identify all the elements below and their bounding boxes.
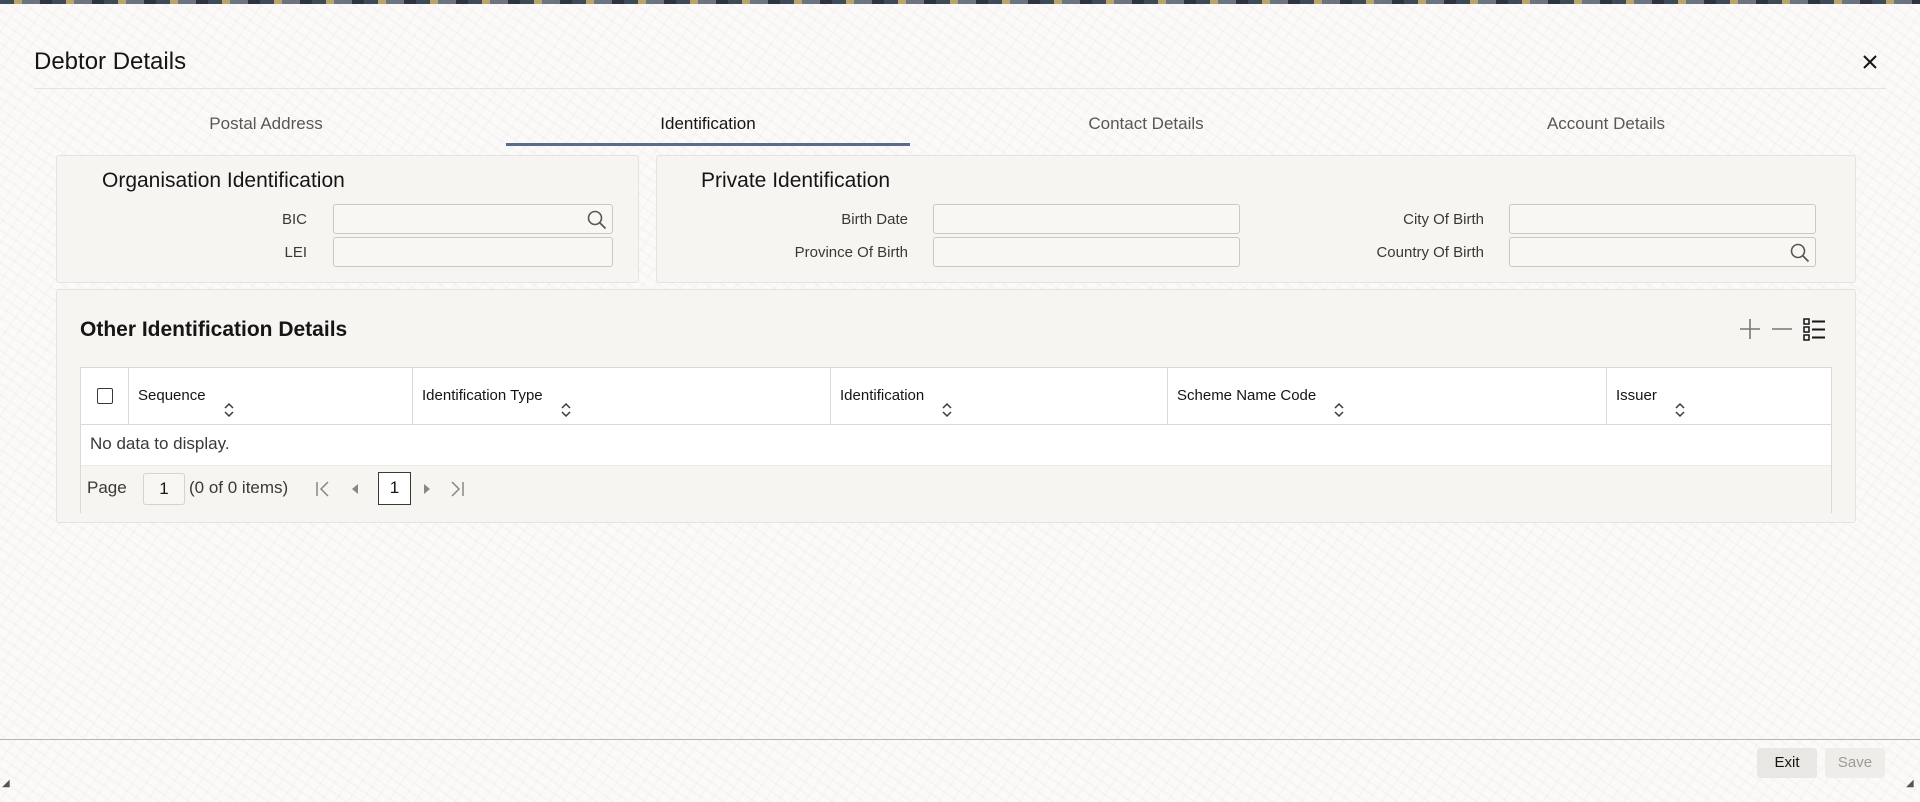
add-icon[interactable] [1737,316,1763,342]
sort-icon[interactable] [222,387,236,418]
column-label: Identification Type [422,387,543,404]
dialog-title: Debtor Details [34,48,187,75]
footer-divider [0,739,1920,740]
select-all-cell [81,368,129,424]
pagination-bar: Page 1 (0 of 0 items) 1 [81,465,1831,513]
column-label: Identification [840,387,925,404]
close-icon[interactable] [1856,48,1884,76]
tab-postal-address[interactable]: Postal Address [56,112,476,146]
title-divider [34,88,1886,89]
city-of-birth-label: City Of Birth [1403,211,1484,228]
province-of-birth-label: Province Of Birth [794,244,908,261]
last-page-icon[interactable] [449,478,467,500]
list-view-icon[interactable] [1801,316,1827,342]
resize-corner-right-icon[interactable]: ◢ [1906,778,1914,789]
country-of-birth-label: Country Of Birth [1376,244,1484,261]
bic-label: BIC [281,211,307,228]
column-header-identification[interactable]: Identification [831,368,1168,424]
first-page-icon[interactable] [313,478,331,500]
sort-icon[interactable] [1332,387,1346,418]
search-icon[interactable] [586,209,608,231]
search-icon[interactable] [1789,242,1811,264]
page-number-input[interactable]: 1 [143,473,185,505]
sort-icon[interactable] [940,387,954,418]
lei-label: LEI [284,244,307,261]
identification-table: Sequence Identification Type Identificat… [80,367,1832,513]
current-page-button[interactable]: 1 [378,472,411,505]
private-identification-title: Private Identification [701,169,891,192]
private-identification-panel: Private Identification Birth Date Provin… [656,155,1856,283]
remove-icon[interactable] [1769,316,1795,342]
header-banner-strip [0,0,1920,4]
sort-icon[interactable] [1673,387,1687,418]
country-of-birth-field[interactable] [1509,237,1816,267]
other-identification-title: Other Identification Details [80,318,348,341]
resize-corner-left-icon: ◢ [2,778,10,789]
tab-account-details[interactable]: Account Details [1396,112,1816,146]
tab-contact-details[interactable]: Contact Details [946,112,1346,146]
exit-button[interactable]: Exit [1757,748,1817,778]
tab-identification[interactable]: Identification [506,112,910,146]
sort-icon[interactable] [559,387,573,418]
birth-date-label: Birth Date [841,211,908,228]
column-label: Scheme Name Code [1177,387,1317,404]
next-page-icon[interactable] [418,478,436,500]
column-header-sequence[interactable]: Sequence [129,368,413,424]
column-label: Sequence [138,387,206,404]
column-header-scheme-name-code[interactable]: Scheme Name Code [1168,368,1607,424]
lei-field[interactable] [333,237,613,267]
table-header: Sequence Identification Type Identificat… [81,368,1831,425]
birth-date-field[interactable] [933,204,1240,234]
organisation-identification-panel: Organisation Identification BIC LEI [56,155,639,283]
bic-field[interactable] [333,204,613,234]
province-of-birth-field[interactable] [933,237,1240,267]
previous-page-icon[interactable] [346,478,364,500]
city-of-birth-field[interactable] [1509,204,1816,234]
empty-table-message: No data to display. [90,434,230,453]
save-button[interactable]: Save [1825,748,1885,778]
column-label: Issuer [1616,387,1657,404]
select-all-checkbox[interactable] [97,388,113,404]
items-count: (0 of 0 items) [189,478,289,497]
tab-bar: Postal Address Identification Contact De… [56,112,1856,146]
column-header-issuer[interactable]: Issuer [1607,368,1831,424]
column-header-identification-type[interactable]: Identification Type [413,368,831,424]
organisation-identification-title: Organisation Identification [102,169,345,192]
page-label: Page [87,478,127,497]
